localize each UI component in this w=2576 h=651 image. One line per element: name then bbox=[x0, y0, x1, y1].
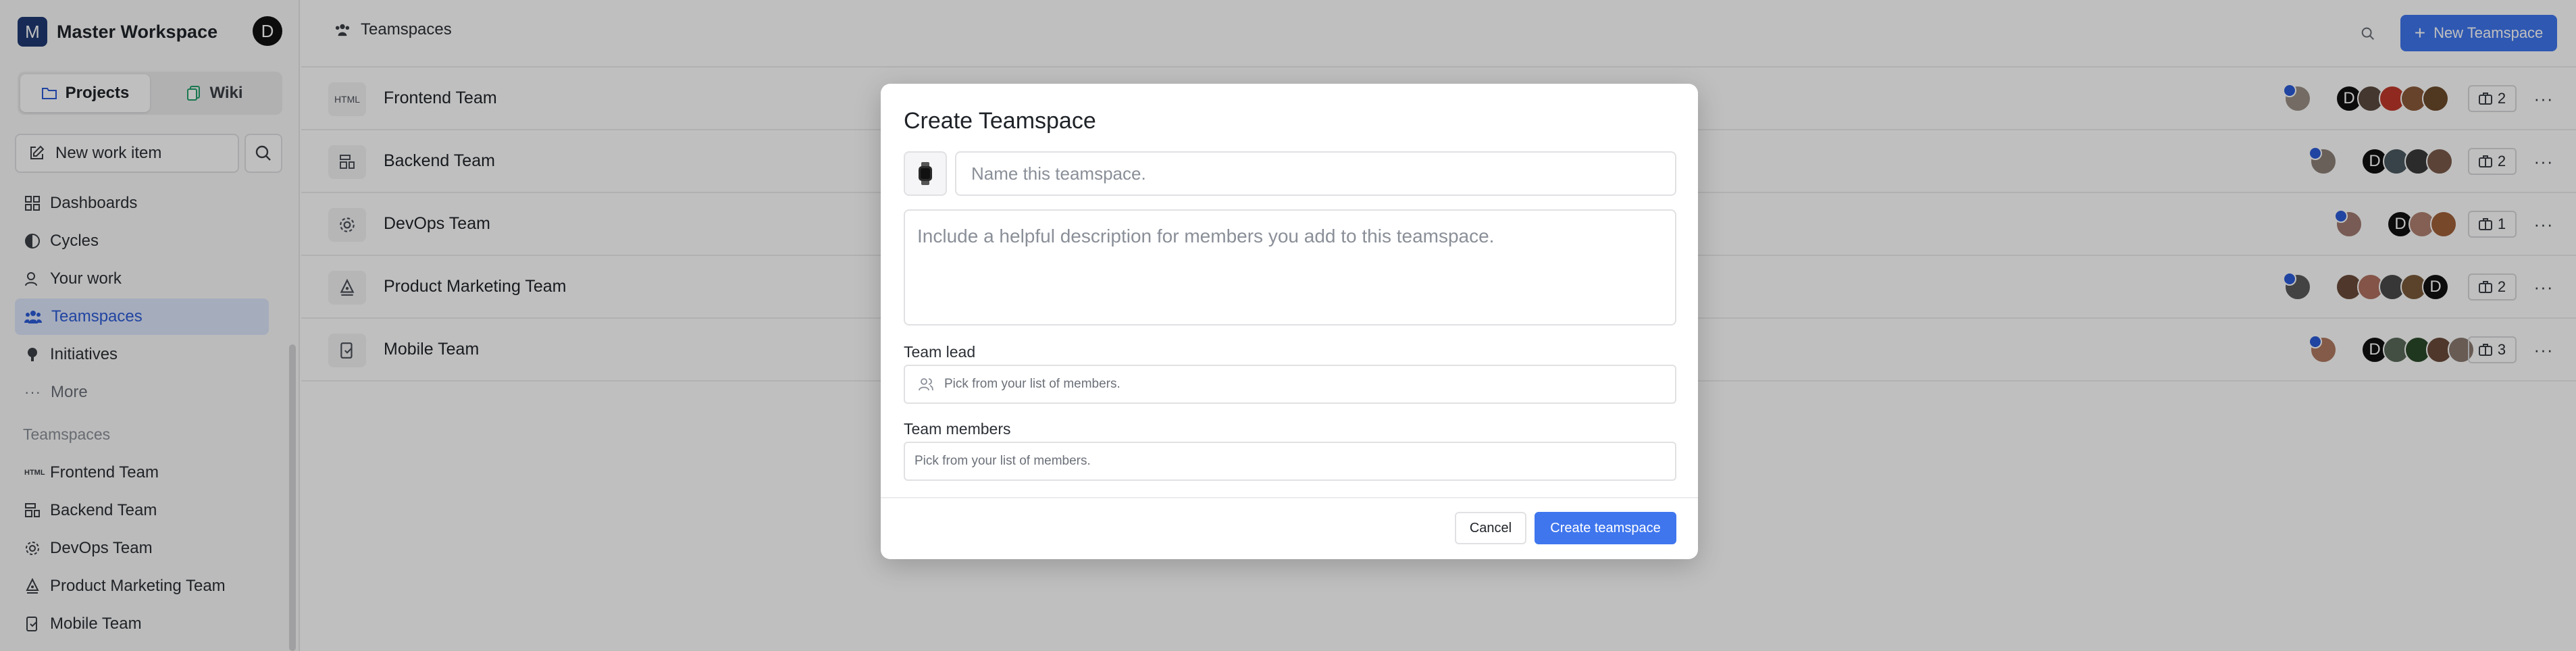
create-teamspace-dialog: Create Teamspace Team lead Pick from you… bbox=[881, 84, 1698, 559]
teamspace-logo-picker[interactable] bbox=[904, 151, 947, 196]
create-teamspace-button[interactable]: Create teamspace bbox=[1535, 512, 1676, 544]
team-members-placeholder: Pick from your list of members. bbox=[915, 454, 1091, 468]
teamspace-description-input[interactable] bbox=[904, 209, 1676, 326]
users-icon bbox=[919, 378, 933, 391]
team-lead-label: Team lead bbox=[904, 343, 976, 361]
team-lead-picker[interactable]: Pick from your list of members. bbox=[904, 365, 1676, 404]
dialog-title: Create Teamspace bbox=[904, 108, 1096, 134]
watch-icon bbox=[919, 162, 932, 185]
team-members-picker[interactable]: Pick from your list of members. bbox=[904, 442, 1676, 481]
team-lead-placeholder: Pick from your list of members. bbox=[944, 377, 1120, 391]
dialog-footer-divider bbox=[881, 497, 1698, 498]
team-members-label: Team members bbox=[904, 420, 1011, 438]
cancel-button[interactable]: Cancel bbox=[1455, 512, 1526, 544]
teamspace-name-input[interactable] bbox=[955, 151, 1676, 196]
